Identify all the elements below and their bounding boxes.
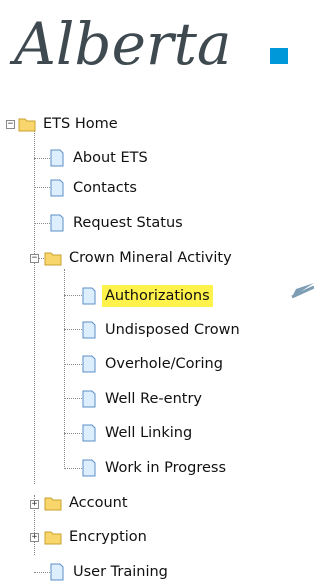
tree-item-overhole-coring[interactable]: Overhole/Coring bbox=[80, 352, 226, 376]
tree-item-label: About ETS bbox=[73, 150, 148, 166]
document-icon bbox=[82, 287, 96, 305]
document-icon bbox=[50, 214, 64, 232]
document-icon bbox=[50, 149, 64, 167]
document-icon bbox=[82, 459, 96, 477]
tree-item-undisposed-crown[interactable]: Undisposed Crown bbox=[80, 318, 243, 342]
tree-item-label-highlighted: Authorizations bbox=[102, 285, 213, 307]
tree-item-well-reentry[interactable]: Well Re-entry bbox=[80, 387, 205, 411]
tree-item-label: Well Linking bbox=[105, 425, 193, 441]
tree-item-label: Work in Progress bbox=[105, 460, 227, 476]
document-icon bbox=[82, 355, 96, 373]
tree-item-label: Crown Mineral Activity bbox=[69, 250, 232, 266]
tree-item-label: Contacts bbox=[73, 180, 137, 196]
expand-toggle-encryption[interactable]: + bbox=[30, 533, 39, 542]
tree-item-label: Request Status bbox=[73, 215, 183, 231]
tree-item-label: Encryption bbox=[69, 529, 147, 545]
tree-item-label: Well Re-entry bbox=[105, 391, 202, 407]
tree-line bbox=[34, 124, 35, 484]
tree-item-user-training[interactable]: User Training bbox=[48, 560, 171, 584]
tree-item-label: User Training bbox=[73, 564, 168, 580]
tree-item-about-ets[interactable]: About ETS bbox=[48, 146, 151, 170]
expand-toggle-account[interactable]: + bbox=[30, 500, 39, 509]
tree-item-work-in-progress[interactable]: Work in Progress bbox=[80, 456, 229, 480]
folder-icon bbox=[18, 118, 36, 132]
collapse-toggle-crown-mineral[interactable]: − bbox=[30, 254, 39, 263]
document-icon bbox=[82, 424, 96, 442]
alberta-logo: Alberta bbox=[9, 10, 288, 78]
document-icon bbox=[82, 390, 96, 408]
folder-icon bbox=[44, 252, 62, 266]
tree-item-label: Overhole/Coring bbox=[105, 356, 223, 372]
tree-item-well-linking[interactable]: Well Linking bbox=[80, 421, 195, 445]
folder-icon bbox=[44, 497, 62, 511]
tree-item-account[interactable]: Account bbox=[44, 491, 131, 515]
folder-icon bbox=[44, 531, 62, 545]
tree-item-label: ETS Home bbox=[43, 116, 118, 132]
document-icon bbox=[50, 563, 64, 581]
document-icon bbox=[82, 321, 96, 339]
document-icon bbox=[50, 179, 64, 197]
collapse-toggle-ets-home[interactable]: − bbox=[6, 120, 15, 129]
tree-item-contacts[interactable]: Contacts bbox=[48, 176, 140, 200]
logo-text: Alberta bbox=[9, 10, 232, 78]
tree-item-request-status[interactable]: Request Status bbox=[48, 211, 186, 235]
tree-item-label: Account bbox=[69, 495, 128, 511]
pointer-arrow-icon bbox=[291, 283, 314, 299]
tree-item-authorizations[interactable]: Authorizations bbox=[80, 284, 213, 308]
logo-square bbox=[270, 48, 288, 64]
tree-item-encryption[interactable]: Encryption bbox=[44, 525, 150, 549]
tree-line bbox=[64, 269, 65, 469]
tree-item-label: Undisposed Crown bbox=[105, 322, 240, 338]
tree-item-ets-home[interactable]: ETS Home bbox=[18, 112, 121, 136]
tree-item-crown-mineral-activity[interactable]: Crown Mineral Activity bbox=[44, 246, 235, 270]
